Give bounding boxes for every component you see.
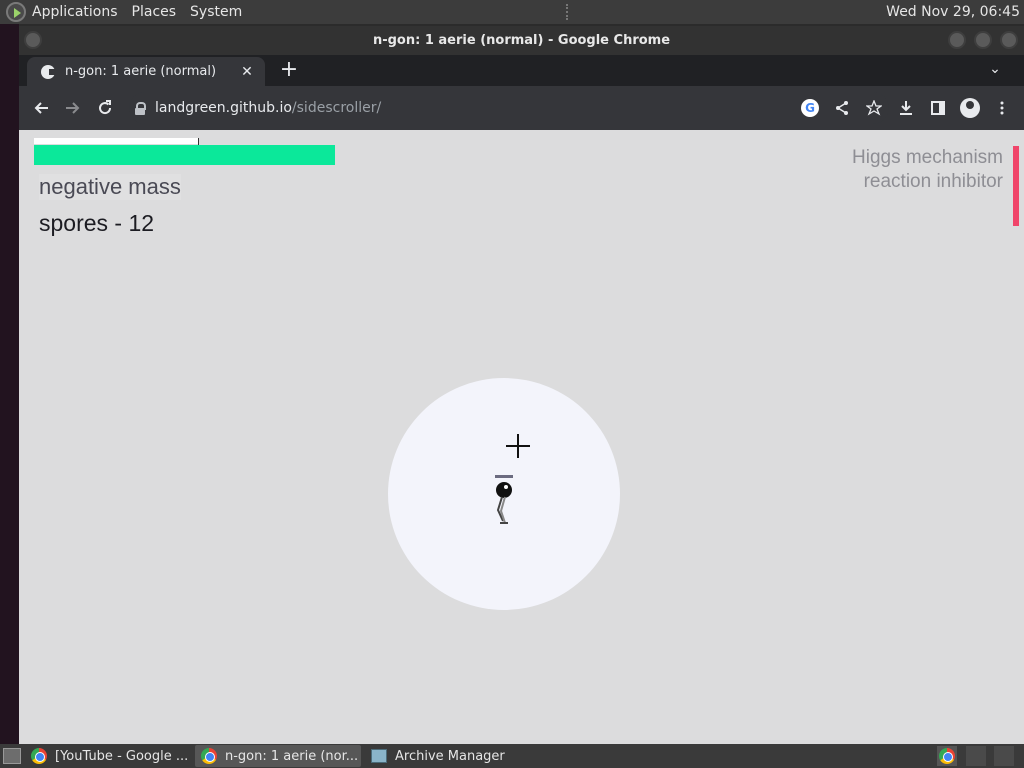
maximize-button[interactable]	[974, 31, 992, 49]
show-desktop-icon[interactable]	[3, 748, 21, 764]
bottom-taskbar: [YouTube - Google ... n-gon: 1 aerie (no…	[0, 744, 1024, 768]
tab-close-icon[interactable]: ✕	[237, 64, 257, 80]
tab-ngon[interactable]: n-gon: 1 aerie (normal) ✕	[27, 57, 265, 86]
top-panel: Applications Places System Wed Nov 29, 0…	[0, 0, 1024, 24]
downloads-button[interactable]	[890, 92, 922, 124]
lock-icon[interactable]	[135, 102, 146, 115]
kebab-menu-icon	[1000, 101, 1004, 115]
tray-chrome-icon[interactable]	[937, 746, 957, 766]
forward-button[interactable]	[57, 92, 89, 124]
applications-menu[interactable]: Applications	[32, 4, 118, 20]
workspace-1-button[interactable]	[966, 746, 986, 766]
url-path: /sidescroller/	[291, 100, 382, 116]
taskbar-item-label: [YouTube - Google ...	[55, 748, 189, 764]
mod-item: reaction inhibitor	[863, 171, 1003, 192]
bookmark-star-button[interactable]	[858, 92, 890, 124]
mod-accent-bar	[1013, 146, 1019, 226]
avatar	[960, 98, 980, 118]
back-button[interactable]	[25, 92, 57, 124]
browser-window: n-gon: 1 aerie (normal) - Google Chrome …	[19, 26, 1024, 744]
crosshair-cursor-icon	[506, 434, 530, 458]
share-button[interactable]	[826, 92, 858, 124]
panel-grip-icon	[566, 4, 570, 20]
chrome-icon	[201, 748, 217, 764]
chrome-icon	[31, 748, 47, 764]
reload-button[interactable]	[89, 92, 121, 124]
address-bar[interactable]: landgreen.github.io/sidescroller/	[129, 92, 889, 124]
panel-clock[interactable]: Wed Nov 29, 06:45	[886, 4, 1020, 20]
archive-manager-icon	[371, 749, 387, 763]
url-host: landgreen.github.io	[155, 100, 292, 116]
google-g-icon: G	[801, 99, 819, 117]
tab-strip: n-gon: 1 aerie (normal) ✕ + ⌄	[19, 55, 1024, 86]
browser-toolbar: landgreen.github.io/sidescroller/ G	[19, 86, 1024, 130]
chrome-icon	[939, 748, 955, 764]
panel-menus: Applications Places System	[32, 4, 256, 20]
share-icon	[836, 101, 848, 115]
places-menu[interactable]: Places	[132, 4, 177, 20]
window-title: n-gon: 1 aerie (normal) - Google Chrome	[372, 33, 671, 48]
google-lens-button[interactable]: G	[794, 92, 826, 124]
mod-item: Higgs mechanism	[852, 147, 1003, 168]
chrome-menu-button[interactable]	[986, 92, 1018, 124]
tech-label: spores - 12	[39, 210, 155, 236]
download-icon	[900, 101, 912, 115]
desktop-background	[0, 24, 19, 744]
tab-search-chevron-icon[interactable]: ⌄	[986, 61, 1004, 79]
side-panel-button[interactable]	[922, 92, 954, 124]
energy-bar	[34, 138, 199, 144]
close-window-button[interactable]	[1000, 31, 1018, 49]
new-tab-button[interactable]: +	[277, 59, 301, 83]
player-character	[495, 475, 513, 524]
taskbar-item-label: Archive Manager	[395, 748, 505, 764]
system-menu[interactable]: System	[190, 4, 242, 20]
toolbar-right-icons: G	[794, 92, 1018, 124]
taskbar-item-archive-manager[interactable]: Archive Manager	[365, 745, 531, 767]
field-label: negative mass	[39, 174, 181, 200]
taskbar-item-youtube[interactable]: [YouTube - Google ...	[25, 745, 191, 767]
taskbar-item-label: n-gon: 1 aerie (nor...	[225, 748, 359, 764]
back-arrow-icon	[34, 102, 48, 114]
health-bar-fill	[34, 145, 335, 165]
game-canvas[interactable]: negative mass spores - 12 Higgs mechanis…	[19, 130, 1024, 744]
window-titlebar[interactable]: n-gon: 1 aerie (normal) - Google Chrome	[19, 26, 1024, 55]
pacman-favicon-icon	[41, 64, 55, 79]
minimize-button[interactable]	[948, 31, 966, 49]
window-menu-button[interactable]	[24, 31, 42, 49]
distro-logo-icon[interactable]	[6, 2, 26, 22]
tab-title: n-gon: 1 aerie (normal)	[65, 64, 217, 79]
health-bar	[34, 145, 335, 165]
reload-icon	[99, 100, 112, 115]
star-icon	[866, 100, 882, 116]
workspace-2-button[interactable]	[994, 746, 1014, 766]
forward-arrow-icon	[66, 102, 80, 114]
mod-list: Higgs mechanism reaction inhibitor	[852, 146, 1003, 194]
profile-button[interactable]	[954, 92, 986, 124]
taskbar-item-ngon[interactable]: n-gon: 1 aerie (nor...	[195, 745, 361, 767]
side-panel-icon	[931, 101, 945, 115]
